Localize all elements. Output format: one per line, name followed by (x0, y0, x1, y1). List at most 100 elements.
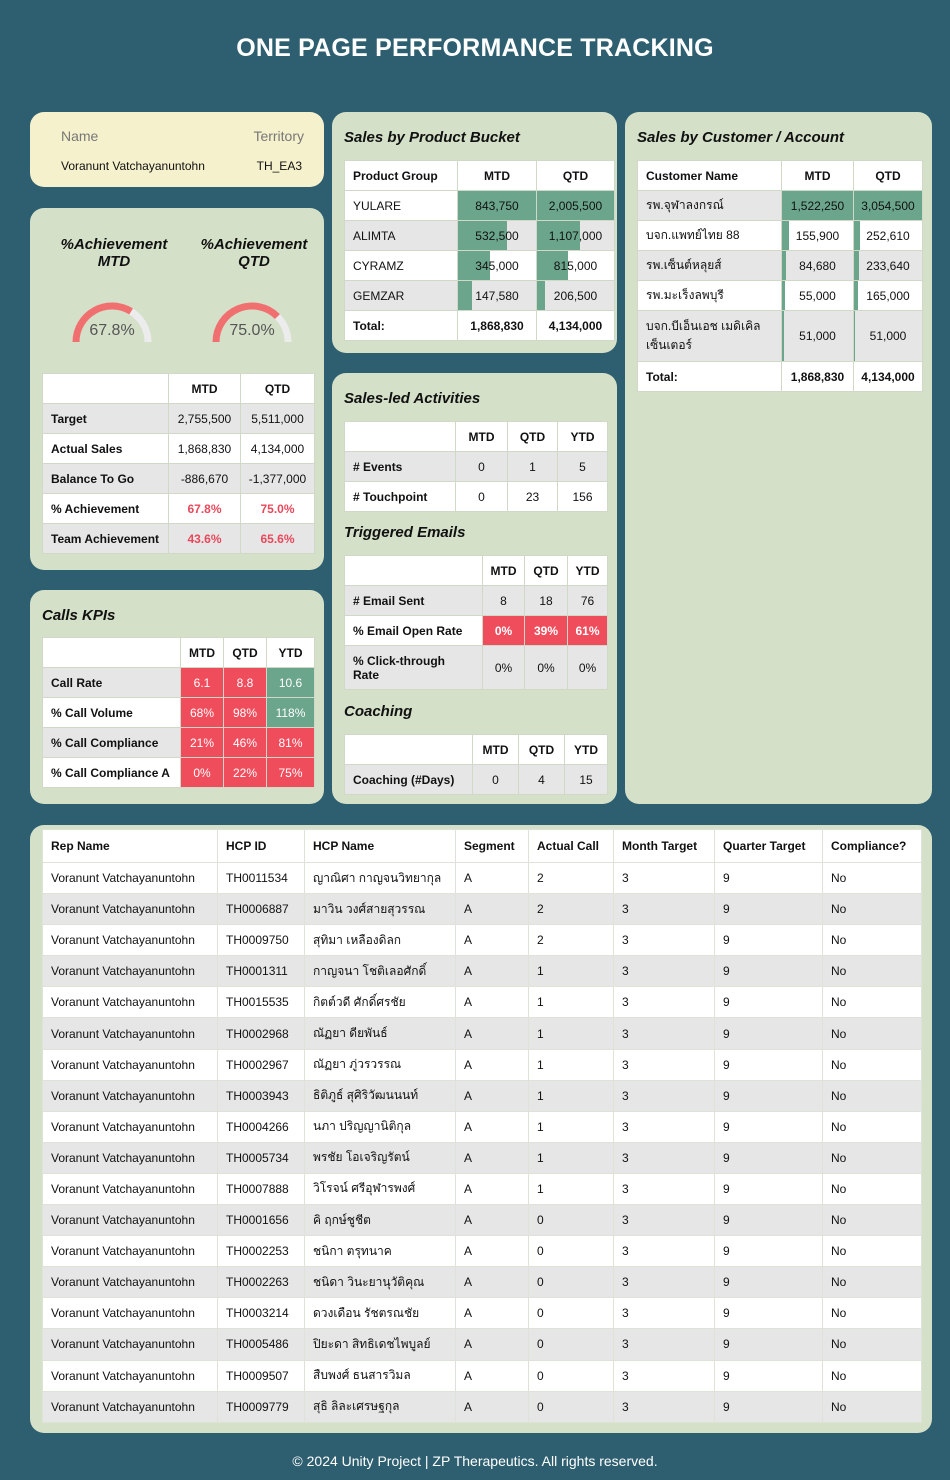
cell-actual-call: 1 (528, 1017, 614, 1050)
cell-hcp-id: TH0009779 (217, 1390, 305, 1423)
cell-compliance: No (822, 1110, 922, 1143)
cell-month-target: 3 (613, 893, 715, 926)
cell-actual-call: 0 (528, 1204, 614, 1237)
row-label: Team Achievement (42, 523, 169, 554)
emails-header-mtd: MTD (482, 555, 525, 586)
hcp-header-compliance: Compliance? (822, 829, 922, 863)
row-mtd: 21% (180, 727, 224, 758)
row-qtd: 23 (507, 481, 558, 512)
row-mtd: 532,500 (457, 220, 537, 251)
row-qtd: 98% (223, 697, 267, 728)
customer-bar-qtd (854, 311, 856, 361)
emails-row-click: % Click-through Rate 0% 0% 0% (344, 645, 608, 690)
row-mtd-value: 55,000 (799, 288, 836, 303)
cell-rep-name: Voranunt Vatchayanuntohn (42, 1141, 218, 1174)
name-label: Name (61, 128, 99, 144)
row-qtd: 4,134,000 (240, 433, 315, 464)
cell-hcp-name: ญาณิศา กาญจนวิทยากุล (304, 861, 456, 895)
calls-kpi-table: MTD QTD YTD Call Rate 6.1 8.8 10.6 % Cal… (42, 637, 315, 788)
cell-segment: A (455, 893, 529, 926)
row-ytd: 156 (557, 481, 608, 512)
cell-hcp-id: TH0015535 (217, 986, 305, 1019)
emails-row-open: % Email Open Rate 0% 39% 61% (344, 615, 608, 646)
hcp-header-row: Rep Name HCP ID HCP Name Segment Actual … (42, 829, 922, 863)
coaching-header-ytd: YTD (564, 734, 608, 765)
cell-quarter-target: 9 (714, 1172, 823, 1206)
row-mtd: 55,000 (781, 280, 854, 311)
activities-row-touchpoint: # Touchpoint 0 23 156 (344, 481, 608, 512)
table-row: Voranunt Vatchayanuntohn TH0004266 นภา ปริ… (42, 1110, 922, 1143)
cell-quarter-target: 9 (714, 986, 823, 1019)
cell-segment: A (455, 1297, 529, 1330)
cell-hcp-name: ธิติภูธ์ สุศิริวัฒนนนท์ (304, 1079, 456, 1112)
customer-total-row: Total: 1,868,830 4,134,000 (637, 361, 923, 392)
row-mtd: 0 (455, 481, 508, 512)
row-label: Coaching (#Days) (344, 764, 473, 795)
rep-name: Voranunt Vatchayanuntohn (61, 159, 205, 173)
customer-header-name: Customer Name (637, 160, 782, 191)
cell-hcp-id: TH0005486 (217, 1328, 305, 1361)
cell-month-target: 3 (613, 1266, 715, 1299)
activities-header-mtd: MTD (455, 421, 508, 452)
cell-month-target: 3 (613, 1172, 715, 1206)
calls-row-compliance: % Call Compliance 21% 46% 81% (42, 727, 315, 758)
row-qtd: 75.0% (240, 493, 315, 524)
row-label: Actual Sales (42, 433, 169, 464)
cell-hcp-name: วิโรจน์ ศรีอุฬารพงศ์ (304, 1172, 456, 1206)
row-qtd: 18 (524, 585, 568, 616)
calls-header-qtd: QTD (223, 637, 267, 668)
activities-card: Sales-led Activities MTD QTD YTD # Event… (332, 373, 617, 804)
row-qtd-value: 206,500 (553, 288, 598, 303)
cell-compliance: No (822, 1297, 922, 1330)
cell-actual-call: 1 (528, 1079, 614, 1112)
row-qtd: 65.6% (240, 523, 315, 554)
cell-quarter-target: 9 (714, 1266, 823, 1299)
hcp-header-id: HCP ID (217, 829, 305, 863)
calls-header-ytd: YTD (266, 637, 315, 668)
hcp-card: Rep Name HCP ID HCP Name Segment Actual … (30, 825, 932, 1433)
cell-hcp-id: TH0009507 (217, 1359, 305, 1392)
row-mtd: 147,580 (457, 280, 537, 311)
row-ytd: 5 (557, 451, 608, 482)
cell-hcp-name: สุธิ ลิละเศรษฐกุล (304, 1390, 456, 1423)
cell-hcp-name: สืบพงศ์ ธนสารวิมล (304, 1359, 456, 1392)
cell-quarter-target: 9 (714, 1141, 823, 1174)
row-mtd: 6.1 (180, 667, 224, 698)
achievement-row-team: Team Achievement 43.6% 65.6% (42, 523, 315, 554)
row-qtd: 1 (507, 451, 558, 482)
row-label: รพ.จุฬาลงกรณ์ (637, 190, 782, 221)
cell-actual-call: 0 (528, 1266, 614, 1299)
row-qtd: 22% (223, 757, 267, 788)
cell-rep-name: Voranunt Vatchayanuntohn (42, 924, 218, 957)
product-row: GEMZAR 147,580 206,500 (344, 280, 615, 311)
hcp-header-name: HCP Name (304, 829, 456, 863)
cell-compliance: No (822, 1235, 922, 1268)
table-row: Voranunt Vatchayanuntohn TH0006887 มาวิน ว… (42, 893, 922, 926)
cell-hcp-id: TH0002253 (217, 1235, 305, 1268)
achievement-table: MTD QTD Target 2,755,500 5,511,000 Actua… (42, 373, 315, 554)
row-mtd: 67.8% (168, 493, 241, 524)
row-label: Call Rate (42, 667, 181, 698)
cell-hcp-id: TH0002967 (217, 1048, 305, 1081)
achievement-row-percent: % Achievement 67.8% 75.0% (42, 493, 315, 524)
cell-actual-call: 0 (528, 1328, 614, 1361)
cell-quarter-target: 9 (714, 1079, 823, 1112)
page-title: ONE PAGE PERFORMANCE TRACKING (236, 34, 714, 62)
cell-rep-name: Voranunt Vatchayanuntohn (42, 955, 218, 988)
cell-month-target: 3 (613, 1235, 715, 1268)
row-qtd: -1,377,000 (240, 463, 315, 494)
gauge-mtd-value: 67.8% (89, 322, 135, 339)
customer-header-mtd: MTD (781, 160, 854, 191)
row-label: # Events (344, 451, 456, 482)
total-label: Total: (344, 310, 458, 341)
achievement-header-blank (42, 373, 169, 404)
row-mtd: 0% (482, 645, 525, 690)
cell-quarter-target: 9 (714, 1110, 823, 1143)
cell-rep-name: Voranunt Vatchayanuntohn (42, 1110, 218, 1143)
row-qtd: 815,000 (536, 250, 615, 281)
cell-actual-call: 1 (528, 1172, 614, 1206)
row-label: CYRAMZ (344, 250, 458, 281)
cell-month-target: 3 (613, 955, 715, 988)
row-label: % Call Compliance (42, 727, 181, 758)
customer-bar-mtd (782, 251, 786, 280)
